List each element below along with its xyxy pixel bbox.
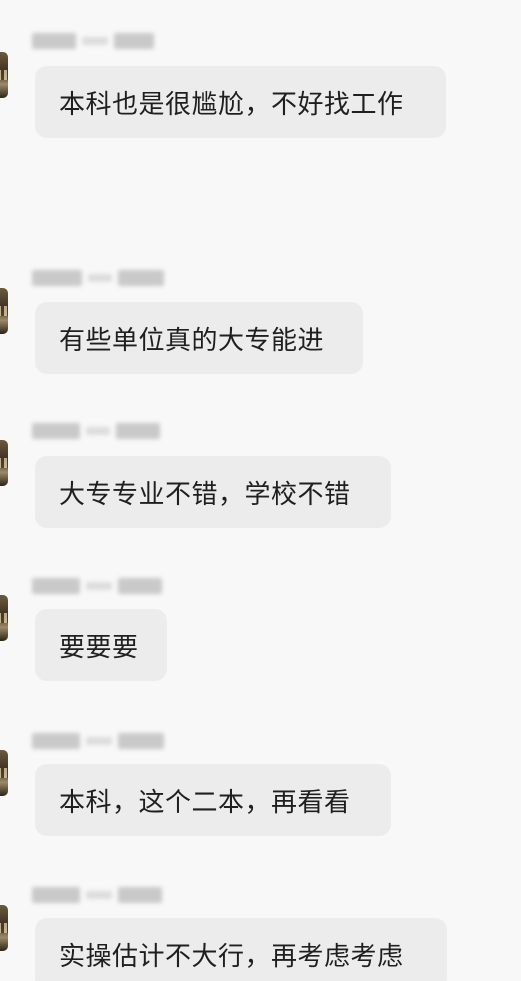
message-bubble[interactable]: 实操估计不大行，再考虑考虑 <box>35 918 447 981</box>
message-bubble[interactable]: 大专专业不错，学校不错 <box>35 456 391 528</box>
chat-message-list: 本科也是很尴尬，不好找工作 有些单位真的大专能进 大专专业不错，学校不错 要要要 <box>0 0 521 981</box>
sender-nickname-blurred <box>32 30 154 52</box>
sender-nickname-blurred <box>32 730 164 752</box>
message-bubble[interactable]: 本科，这个二本，再看看 <box>35 764 391 836</box>
avatar[interactable] <box>0 595 8 641</box>
avatar[interactable] <box>0 52 8 98</box>
avatar[interactable] <box>0 288 8 334</box>
sender-nickname-blurred <box>32 420 160 442</box>
message-bubble[interactable]: 本科也是很尴尬，不好找工作 <box>35 66 446 138</box>
sender-nickname-blurred <box>32 884 162 906</box>
message-bubble[interactable]: 有些单位真的大专能进 <box>35 302 363 374</box>
avatar[interactable] <box>0 905 8 951</box>
avatar[interactable] <box>0 750 8 796</box>
sender-nickname-blurred <box>32 575 162 597</box>
avatar[interactable] <box>0 440 8 486</box>
sender-nickname-blurred <box>32 267 164 289</box>
message-bubble[interactable]: 要要要 <box>35 609 167 681</box>
